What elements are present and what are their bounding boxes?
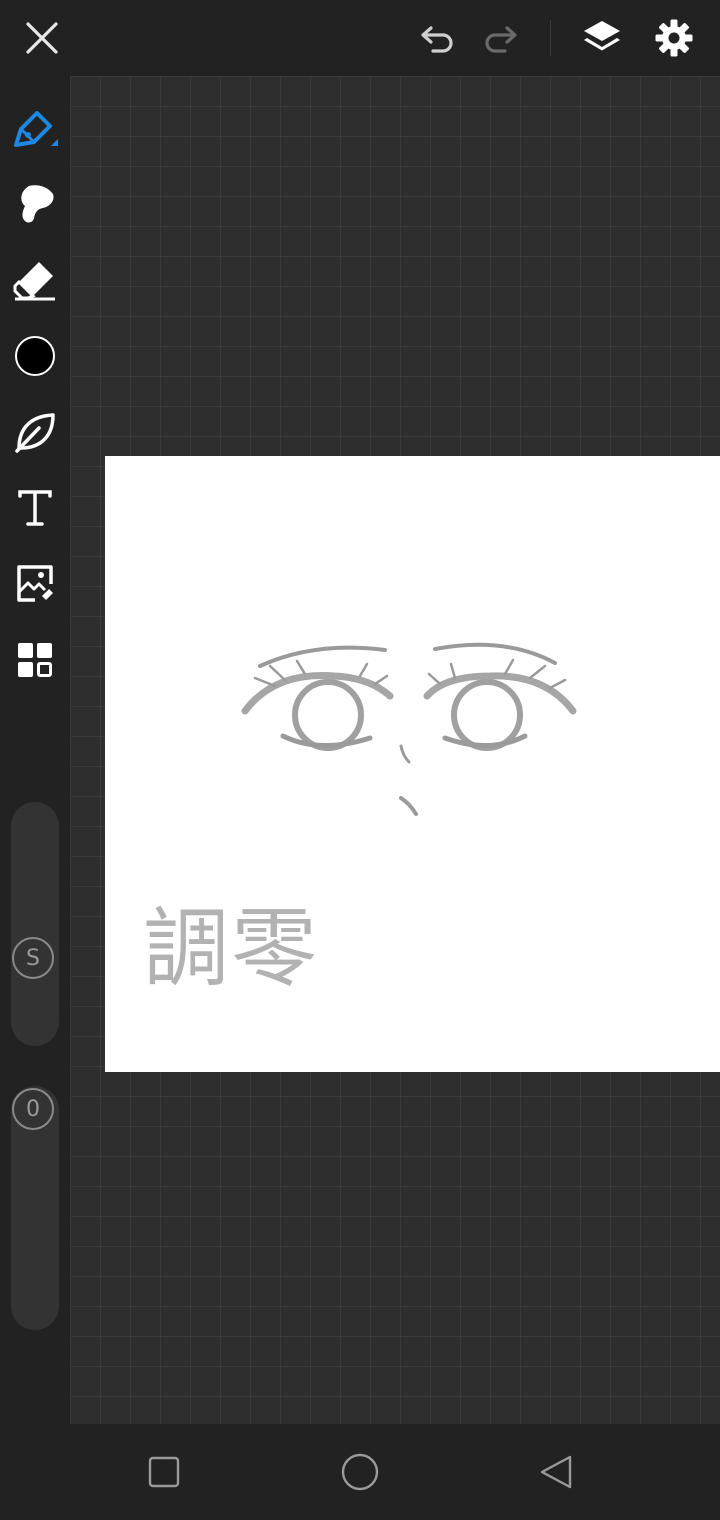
pen-icon bbox=[14, 111, 58, 147]
settings-button[interactable] bbox=[650, 14, 698, 62]
gear-icon bbox=[655, 19, 693, 57]
toolbar-divider bbox=[550, 20, 551, 56]
more-tools[interactable] bbox=[11, 636, 59, 684]
back-button[interactable] bbox=[532, 1448, 580, 1496]
eraser-icon bbox=[13, 262, 55, 301]
smudge-tool[interactable] bbox=[11, 180, 59, 228]
layers-icon bbox=[584, 21, 620, 51]
brush-size-knob[interactable]: S bbox=[12, 937, 54, 979]
stabilizer-tool[interactable] bbox=[11, 408, 59, 456]
undo-button[interactable] bbox=[413, 14, 461, 62]
drawing-canvas[interactable]: 調零 bbox=[105, 456, 720, 1072]
opacity-slider[interactable]: 0 bbox=[11, 1086, 59, 1330]
recent-apps-button[interactable] bbox=[140, 1448, 188, 1496]
leaf-icon bbox=[15, 413, 55, 453]
grid-icon bbox=[18, 643, 52, 677]
close-button[interactable] bbox=[18, 14, 66, 62]
square-icon bbox=[148, 1456, 180, 1488]
layers-button[interactable] bbox=[578, 14, 626, 62]
opacity-knob[interactable]: 0 bbox=[12, 1088, 54, 1130]
brush-size-slider[interactable]: S bbox=[11, 802, 59, 1046]
top-toolbar bbox=[0, 0, 720, 76]
color-picker[interactable] bbox=[11, 332, 59, 380]
undo-icon bbox=[421, 26, 453, 53]
eraser-tool[interactable] bbox=[11, 256, 59, 304]
text-tool[interactable] bbox=[11, 484, 59, 532]
system-nav-bar bbox=[0, 1424, 720, 1520]
redo-icon bbox=[485, 26, 517, 53]
text-icon bbox=[18, 490, 52, 526]
opacity-label: 0 bbox=[26, 1096, 40, 1122]
close-icon bbox=[26, 22, 58, 54]
color-swatch bbox=[15, 336, 55, 376]
circle-icon bbox=[341, 1453, 379, 1491]
triangle-back-icon bbox=[540, 1455, 572, 1489]
tool-sidebar: S 0 bbox=[0, 76, 70, 1424]
canvas-watermark-text: 調零 bbox=[143, 899, 319, 999]
brush-size-label: S bbox=[26, 945, 40, 971]
home-button[interactable] bbox=[336, 1448, 384, 1496]
image-icon bbox=[17, 565, 53, 602]
pen-tool[interactable] bbox=[11, 104, 59, 152]
image-tool[interactable] bbox=[11, 560, 59, 608]
redo-button[interactable] bbox=[477, 14, 525, 62]
smudge-icon bbox=[21, 185, 54, 223]
